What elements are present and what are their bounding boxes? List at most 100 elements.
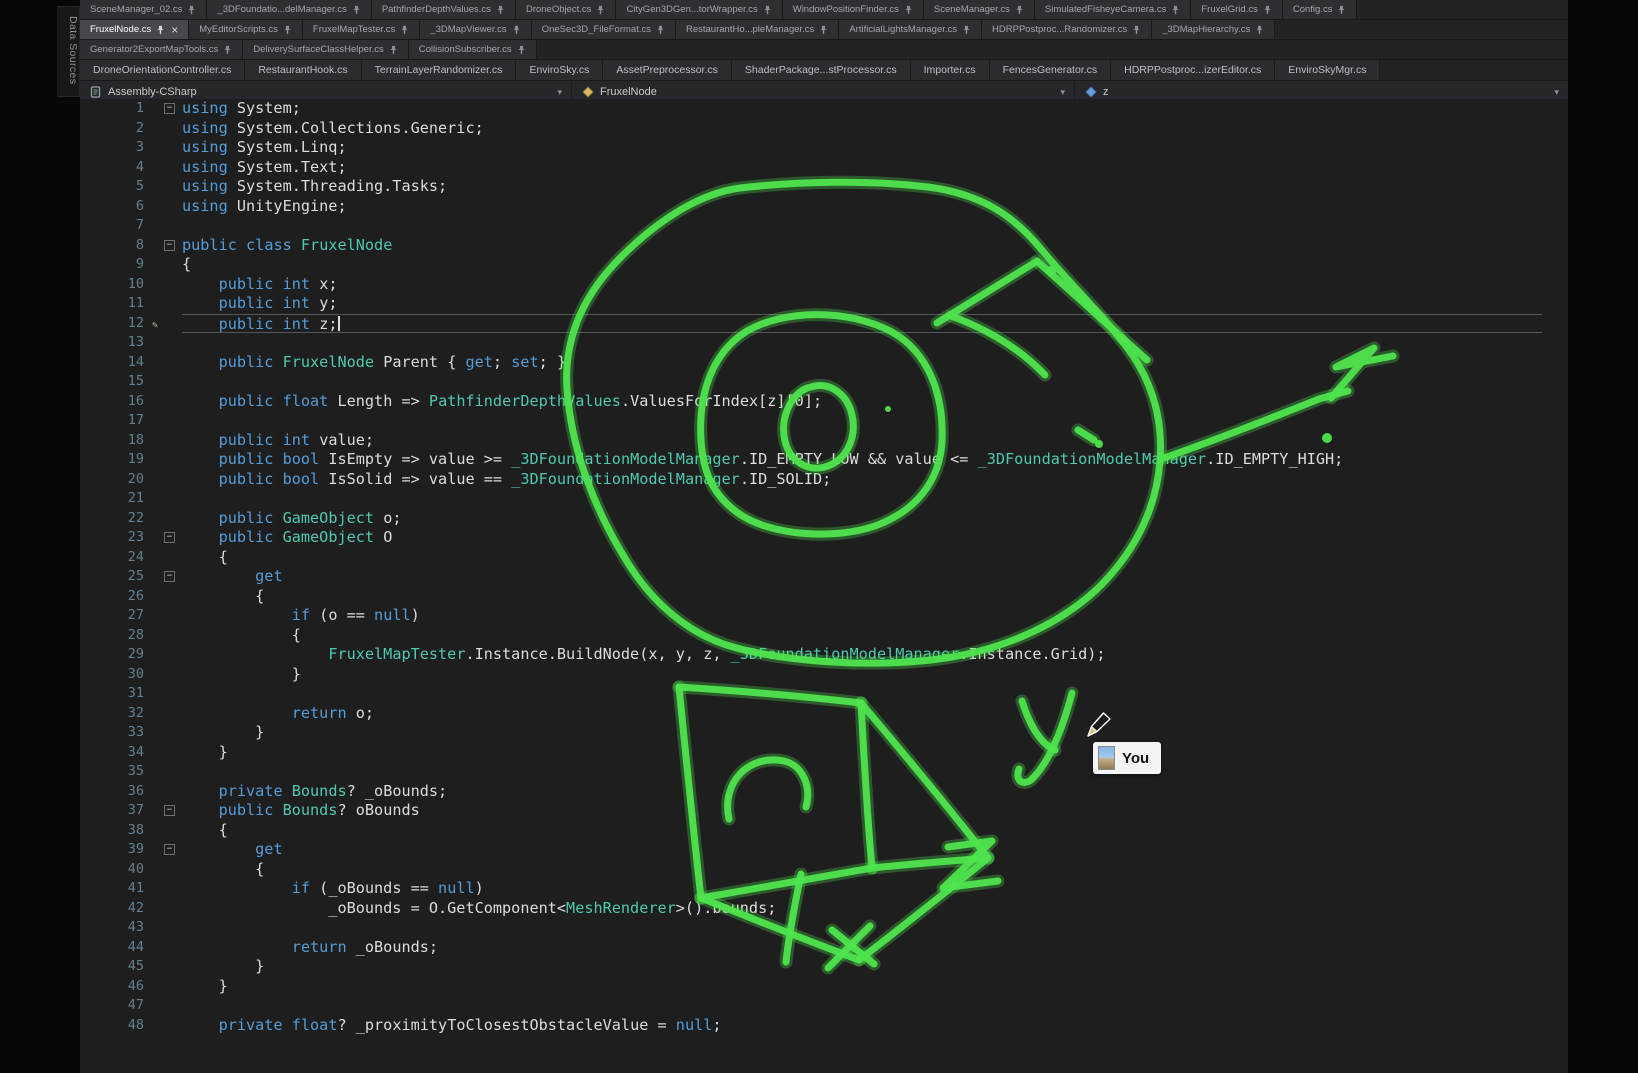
code-line-34[interactable]: 34 } bbox=[80, 743, 1568, 763]
code-line-42[interactable]: 42 _oBounds = O.GetComponent<MeshRendere… bbox=[80, 899, 1568, 919]
line-number[interactable]: 14 bbox=[80, 353, 158, 373]
tab-droneobject-cs[interactable]: DroneObject.cs bbox=[516, 0, 616, 19]
tab-citygen3dgen-torwrapper-cs[interactable]: CityGen3DGen...torWrapper.cs bbox=[616, 0, 782, 19]
code-line-19[interactable]: 19 public bool IsEmpty => value >= _3DFo… bbox=[80, 450, 1568, 470]
tab-collisionsubscriber-cs[interactable]: CollisionSubscriber.cs bbox=[409, 40, 537, 59]
line-number[interactable]: 25 bbox=[80, 567, 158, 587]
pushpin-icon[interactable] bbox=[819, 25, 828, 35]
code-line-36[interactable]: 36 private Bounds? _oBounds; bbox=[80, 782, 1568, 802]
line-number[interactable]: 28 bbox=[80, 626, 158, 646]
code-line-38[interactable]: 38 { bbox=[80, 821, 1568, 841]
tab-config-cs[interactable]: Config.cs bbox=[1283, 0, 1358, 19]
code-line-22[interactable]: 22 public GameObject o; bbox=[80, 509, 1568, 529]
code-line-27[interactable]: 27 if (o == null) bbox=[80, 606, 1568, 626]
line-number[interactable]: 7 bbox=[80, 216, 158, 236]
code-line-47[interactable]: 47 bbox=[80, 996, 1568, 1016]
code-line-14[interactable]: 14 public FruxelNode Parent { get; set; … bbox=[80, 353, 1568, 373]
line-number[interactable]: 3 bbox=[80, 138, 158, 158]
code-line-24[interactable]: 24 { bbox=[80, 548, 1568, 568]
code-line-15[interactable]: 15 bbox=[80, 372, 1568, 392]
tab-envirosky-cs[interactable]: EnviroSky.cs bbox=[516, 60, 603, 80]
line-number[interactable]: 6 bbox=[80, 197, 158, 217]
pushpin-icon[interactable] bbox=[517, 45, 526, 55]
pushpin-icon[interactable] bbox=[763, 5, 772, 15]
pushpin-icon[interactable] bbox=[1171, 5, 1180, 15]
tab-shaderpackage-stprocessor-cs[interactable]: ShaderPackage...stProcessor.cs bbox=[732, 60, 911, 80]
tab-enviroskymgr-cs[interactable]: EnviroSkyMgr.cs bbox=[1275, 60, 1380, 80]
code-line-28[interactable]: 28 { bbox=[80, 626, 1568, 646]
tab-generator2exportmaptools-cs[interactable]: Generator2ExportMapTools.cs bbox=[80, 40, 243, 59]
code-line-46[interactable]: 46 } bbox=[80, 977, 1568, 997]
code-line-21[interactable]: 21 bbox=[80, 489, 1568, 509]
code-line-29[interactable]: 29 FruxelMapTester.Instance.BuildNode(x,… bbox=[80, 645, 1568, 665]
fold-toggle-icon[interactable]: − bbox=[164, 532, 175, 543]
code-line-10[interactable]: 10 public int x; bbox=[80, 275, 1568, 295]
line-number[interactable]: 17 bbox=[80, 411, 158, 431]
pushpin-icon[interactable] bbox=[496, 5, 505, 15]
code-line-35[interactable]: 35 bbox=[80, 762, 1568, 782]
tab-scenemanager-02-cs[interactable]: SceneManager_02.cs bbox=[80, 0, 207, 19]
pushpin-icon[interactable] bbox=[1263, 5, 1272, 15]
code-line-13[interactable]: 13 bbox=[80, 333, 1568, 353]
close-icon[interactable]: × bbox=[171, 24, 178, 36]
pushpin-icon[interactable] bbox=[1015, 5, 1024, 15]
line-number[interactable]: 19 bbox=[80, 450, 158, 470]
line-number[interactable]: 2 bbox=[80, 119, 158, 139]
line-number[interactable]: 20 bbox=[80, 470, 158, 490]
line-number[interactable]: 36 bbox=[80, 782, 158, 802]
tab-fruxelnode-cs[interactable]: FruxelNode.cs× bbox=[80, 20, 189, 39]
code-line-6[interactable]: 6using UnityEngine; bbox=[80, 197, 1568, 217]
fold-toggle-icon[interactable]: − bbox=[164, 844, 175, 855]
line-number[interactable]: 39 bbox=[80, 840, 158, 860]
fold-toggle-icon[interactable]: − bbox=[164, 240, 175, 251]
pushpin-icon[interactable] bbox=[904, 5, 913, 15]
code-line-11[interactable]: 11 public int y; bbox=[80, 294, 1568, 314]
pushpin-icon[interactable] bbox=[156, 25, 165, 35]
line-number[interactable]: 40 bbox=[80, 860, 158, 880]
code-line-31[interactable]: 31 bbox=[80, 684, 1568, 704]
fold-toggle-icon[interactable]: − bbox=[164, 805, 175, 816]
code-line-25[interactable]: 25− get bbox=[80, 567, 1568, 587]
line-number[interactable]: 32 bbox=[80, 704, 158, 724]
line-number[interactable]: 1 bbox=[80, 99, 158, 119]
line-number[interactable]: 22 bbox=[80, 509, 158, 529]
code-line-30[interactable]: 30 } bbox=[80, 665, 1568, 685]
pushpin-icon[interactable] bbox=[389, 45, 398, 55]
line-number[interactable]: 10 bbox=[80, 275, 158, 295]
code-line-39[interactable]: 39− get bbox=[80, 840, 1568, 860]
fold-toggle-icon[interactable]: − bbox=[164, 571, 175, 582]
line-number[interactable]: 43 bbox=[80, 918, 158, 938]
pushpin-icon[interactable] bbox=[1132, 25, 1141, 35]
code-line-40[interactable]: 40 { bbox=[80, 860, 1568, 880]
line-number[interactable]: 31 bbox=[80, 684, 158, 704]
code-editor[interactable]: 1−using System;2using System.Collections… bbox=[80, 99, 1568, 1073]
line-number[interactable]: 46 bbox=[80, 977, 158, 997]
code-line-43[interactable]: 43 bbox=[80, 918, 1568, 938]
line-number[interactable]: 27 bbox=[80, 606, 158, 626]
tab-fencesgenerator-cs[interactable]: FencesGenerator.cs bbox=[990, 60, 1112, 80]
tab-hdrppostproc-izereditor-cs[interactable]: HDRPPostproc...izerEditor.cs bbox=[1111, 60, 1275, 80]
line-number[interactable]: 21 bbox=[80, 489, 158, 509]
code-line-12[interactable]: 12✎ public int z; bbox=[80, 314, 1568, 334]
line-number[interactable]: 11 bbox=[80, 294, 158, 314]
tab--3dmaphierarchy-cs[interactable]: _3DMapHierarchy.cs bbox=[1152, 20, 1275, 39]
line-number[interactable]: 30 bbox=[80, 665, 158, 685]
tab-onesec3d-fileformat-cs[interactable]: OneSec3D_FileFormat.cs bbox=[532, 20, 676, 39]
line-number[interactable]: 47 bbox=[80, 996, 158, 1016]
code-line-37[interactable]: 37− public Bounds? oBounds bbox=[80, 801, 1568, 821]
tab-artificiallightsmanager-cs[interactable]: ArtificialLightsManager.cs bbox=[839, 20, 982, 39]
tab-fruxelmaptester-cs[interactable]: FruxelMapTester.cs bbox=[303, 20, 420, 39]
tab-restauranthook-cs[interactable]: RestaurantHook.cs bbox=[245, 60, 361, 80]
code-line-26[interactable]: 26 { bbox=[80, 587, 1568, 607]
tab--3dmapviewer-cs[interactable]: _3DMapViewer.cs bbox=[420, 20, 531, 39]
tab-scenemanager-cs[interactable]: SceneManager.cs bbox=[924, 0, 1035, 19]
code-line-9[interactable]: 9{ bbox=[80, 255, 1568, 275]
line-number[interactable]: 34 bbox=[80, 743, 158, 763]
code-line-1[interactable]: 1−using System; bbox=[80, 99, 1568, 119]
line-number[interactable]: 18 bbox=[80, 431, 158, 451]
line-number[interactable]: 41 bbox=[80, 879, 158, 899]
tab-fruxelgrid-cs[interactable]: FruxelGrid.cs bbox=[1191, 0, 1282, 19]
pushpin-icon[interactable] bbox=[187, 5, 196, 15]
code-line-41[interactable]: 41 if (_oBounds == null) bbox=[80, 879, 1568, 899]
line-number[interactable]: 35 bbox=[80, 762, 158, 782]
